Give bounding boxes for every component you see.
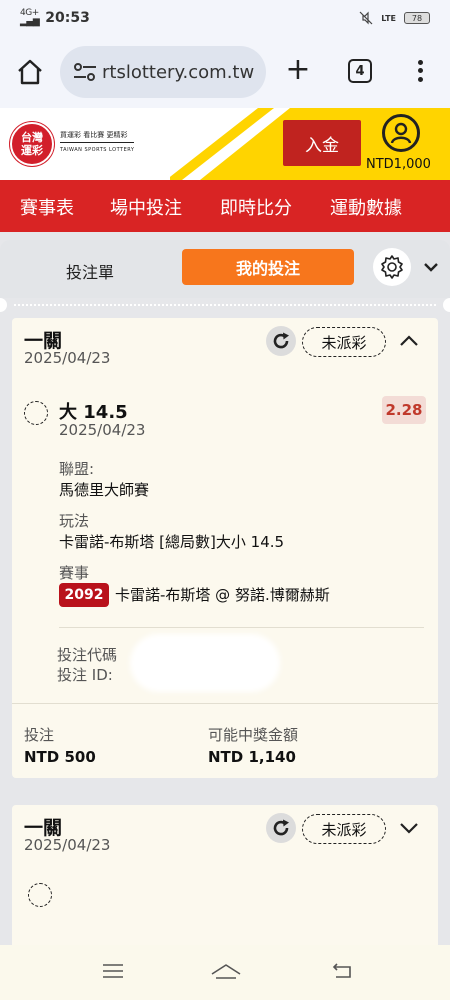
payout-value: NTD 1,140 — [208, 748, 296, 766]
divider — [12, 703, 438, 704]
system-nav-bar — [0, 945, 450, 1000]
divider — [59, 627, 424, 628]
market-label: 玩法 — [59, 512, 90, 530]
menu-icon[interactable] — [102, 962, 124, 980]
site-logo[interactable]: 台灣 運彩 — [10, 122, 54, 166]
refresh-icon[interactable] — [266, 326, 296, 356]
status-bar: 4G+ ▂▄▆ 20:53 LTE 78 — [0, 0, 450, 36]
status-badge: 未派彩 — [302, 814, 386, 844]
browser-toolbar: rtslottery.com.tw + 4 — [0, 36, 450, 108]
nav-item-schedule[interactable]: 賽事表 — [20, 194, 74, 220]
chevron-down-icon[interactable] — [398, 818, 420, 838]
bet-card: 一關 2025/04/23 未派彩 大 14.5 2025/04/23 2.28… — [12, 318, 438, 778]
site-header: 台灣 運彩 買運彩 看比賽 更精彩 TAIWAN SPORTS LOTTERY … — [0, 108, 450, 180]
site-settings-icon[interactable] — [72, 62, 98, 82]
event-label: 賽事 — [59, 564, 90, 582]
nav-item-live-scores[interactable]: 即時比分 — [220, 194, 292, 220]
league-value: 馬德里大師賽 — [59, 481, 150, 499]
refresh-icon[interactable] — [266, 813, 296, 843]
chevron-down-icon[interactable] — [422, 258, 440, 276]
odds-badge: 2.28 — [382, 396, 426, 424]
selection-radio[interactable] — [24, 401, 48, 425]
mute-icon — [359, 11, 373, 25]
logo-tagline: 買運彩 看比賽 更精彩 TAIWAN SPORTS LOTTERY — [60, 131, 135, 153]
bet-date: 2025/04/23 — [24, 349, 111, 367]
bet-code-label: 投注代碼 — [57, 646, 118, 664]
event-code-badge: 2092 — [59, 583, 109, 607]
market-value: 卡雷諾-布斯塔 [總局數]大小 14.5 — [59, 533, 285, 551]
chevron-up-icon[interactable] — [398, 331, 420, 351]
user-account-icon[interactable] — [382, 114, 420, 152]
gear-icon[interactable] — [373, 248, 411, 286]
selection-date: 2025/04/23 — [59, 421, 146, 439]
battery-level: 78 — [411, 13, 423, 23]
tab-bet-slip[interactable]: 投注單 — [66, 259, 114, 283]
stake-label: 投注 — [24, 726, 55, 744]
bet-date: 2025/04/23 — [24, 836, 111, 854]
signal-icon: 4G+ ▂▄▆ — [20, 8, 40, 27]
tab-my-bets[interactable]: 我的投注 — [182, 249, 354, 285]
payout-label: 可能中獎金額 — [208, 726, 299, 744]
lte-icon: LTE — [381, 13, 396, 23]
bet-card: 一關 2025/04/23 未派彩 — [12, 805, 438, 965]
deposit-button[interactable]: 入金 — [283, 120, 361, 166]
stake-value: NTD 500 — [24, 748, 96, 766]
ticket-perforation — [0, 298, 450, 312]
status-time: 20:53 — [45, 10, 90, 26]
redacted-area — [130, 634, 280, 692]
bet-id-label: 投注 ID: — [57, 666, 113, 684]
address-bar[interactable]: rtslottery.com.tw — [60, 46, 266, 98]
main-nav: 賽事表 場中投注 即時比分 運動數據 — [0, 180, 450, 232]
status-badge: 未派彩 — [302, 327, 386, 357]
new-tab-button[interactable]: + — [284, 55, 312, 86]
browser-menu-button[interactable] — [410, 54, 430, 88]
back-icon[interactable] — [330, 962, 354, 980]
selection-radio[interactable] — [28, 883, 52, 907]
account-balance: NTD1,000 — [366, 157, 431, 172]
tab-switcher-button[interactable]: 4 — [348, 59, 372, 83]
battery-icon: 78 — [404, 12, 430, 24]
home-nav-icon[interactable] — [210, 962, 242, 982]
league-label: 聯盟: — [59, 460, 95, 478]
nav-item-sports-data[interactable]: 運動數據 — [330, 194, 402, 220]
event-value: 卡雷諾-布斯塔 @ 努諾.博爾赫斯 — [115, 586, 330, 604]
bet-slip-tabs: 投注單 我的投注 — [0, 240, 450, 298]
home-icon[interactable] — [16, 58, 44, 86]
nav-item-live-betting[interactable]: 場中投注 — [110, 194, 182, 220]
url-text: rtslottery.com.tw — [102, 61, 255, 83]
